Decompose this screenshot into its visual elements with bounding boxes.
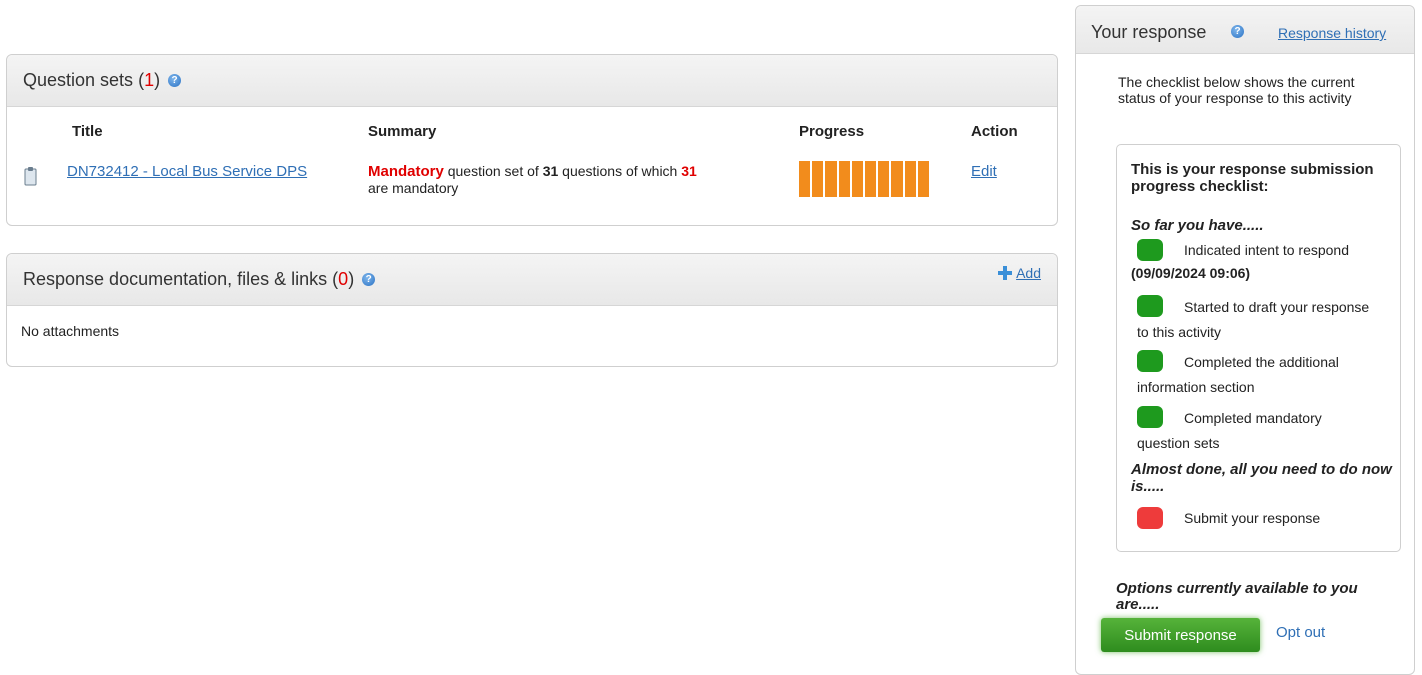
help-icon[interactable]: ? xyxy=(168,74,182,87)
progress-segment xyxy=(851,161,864,197)
submit-response-button[interactable]: Submit response xyxy=(1101,618,1260,652)
checklist-item-submit: Submit your response xyxy=(1184,510,1321,526)
progress-segment xyxy=(799,161,811,197)
documentation-panel: Response documentation, files & links (0… xyxy=(6,253,1058,367)
so-far-text: So far you have..... xyxy=(1131,217,1264,234)
progress-segment xyxy=(838,161,850,197)
documentation-count: (0) xyxy=(332,269,354,290)
summary-text-2: questions of which xyxy=(558,163,682,179)
your-response-panel: Your response ? Response history The che… xyxy=(1075,5,1415,675)
plus-icon xyxy=(998,265,1013,280)
add-link[interactable]: Add xyxy=(1016,265,1041,281)
checklist-title: This is your response submission progres… xyxy=(1131,161,1374,195)
count-close: ) xyxy=(154,70,161,90)
progress-segment xyxy=(878,161,890,197)
documentation-title: Response documentation, files & links xyxy=(23,269,328,289)
summary-text-1: question set of xyxy=(443,163,543,179)
edit-link[interactable]: Edit xyxy=(971,163,997,180)
question-sets-count: (1) xyxy=(138,70,160,91)
progress-segment xyxy=(904,161,916,197)
question-sets-panel: Question sets (1) ? Title Summary Progre… xyxy=(6,54,1058,226)
column-summary-header: Summary xyxy=(368,123,437,140)
add-attachment-button[interactable]: Add xyxy=(997,265,1041,281)
progress-segment xyxy=(812,161,824,197)
opt-out-link[interactable]: Opt out xyxy=(1276,624,1325,641)
summary-tail: are mandatory xyxy=(368,180,459,196)
question-set-link[interactable]: DN732412 - Local Bus Service DPS xyxy=(67,163,307,180)
progress-segment xyxy=(917,161,930,197)
count-value: 0 xyxy=(338,269,349,289)
help-icon[interactable]: ? xyxy=(362,273,376,286)
almost-done-text: Almost done, all you need to do now is..… xyxy=(1131,461,1392,495)
checklist-item-4: Completed mandatory question sets xyxy=(1137,410,1322,451)
progress-bar xyxy=(799,161,930,197)
your-response-header: Your response ? Response history xyxy=(1076,6,1414,54)
checklist-item-1: Indicated intent to respond xyxy=(1184,242,1350,258)
no-attachments-text: No attachments xyxy=(21,323,120,339)
clipboard-icon xyxy=(24,167,37,186)
progress-segment xyxy=(891,161,903,197)
count-value: 1 xyxy=(144,70,155,90)
checklist-item-3: Completed the additional information sec… xyxy=(1137,354,1339,395)
checklist-item-2: Started to draft your response to this a… xyxy=(1137,299,1370,340)
status-green-icon xyxy=(1137,239,1163,261)
count-close: ) xyxy=(348,269,355,289)
question-sets-header: Question sets (1) ? xyxy=(7,55,1057,107)
progress-segment xyxy=(825,161,837,197)
progress-segment xyxy=(865,161,877,197)
column-action-header: Action xyxy=(971,123,1018,140)
question-set-summary: Mandatory question set of 31 questions o… xyxy=(368,163,778,197)
checklist-intro: The checklist below shows the current st… xyxy=(1118,74,1355,106)
options-text: Options currently available to you are..… xyxy=(1116,580,1358,613)
checklist-item-1-date: (09/09/2024 09:06) xyxy=(1131,265,1251,281)
progress-checklist: This is your response submission progres… xyxy=(1116,144,1401,552)
summary-mandatory-count: 31 xyxy=(681,163,697,179)
question-sets-title: Question sets xyxy=(23,70,134,90)
summary-mandatory-label: Mandatory xyxy=(368,163,444,180)
column-progress-header: Progress xyxy=(799,123,865,140)
status-red-icon xyxy=(1137,507,1163,529)
summary-total: 31 xyxy=(542,163,559,179)
documentation-header: Response documentation, files & links (0… xyxy=(7,254,1057,306)
column-title-header: Title xyxy=(72,123,103,140)
your-response-title: Your response xyxy=(1091,22,1207,42)
response-history-link[interactable]: Response history xyxy=(1278,25,1386,41)
help-icon[interactable]: ? xyxy=(1231,25,1244,38)
